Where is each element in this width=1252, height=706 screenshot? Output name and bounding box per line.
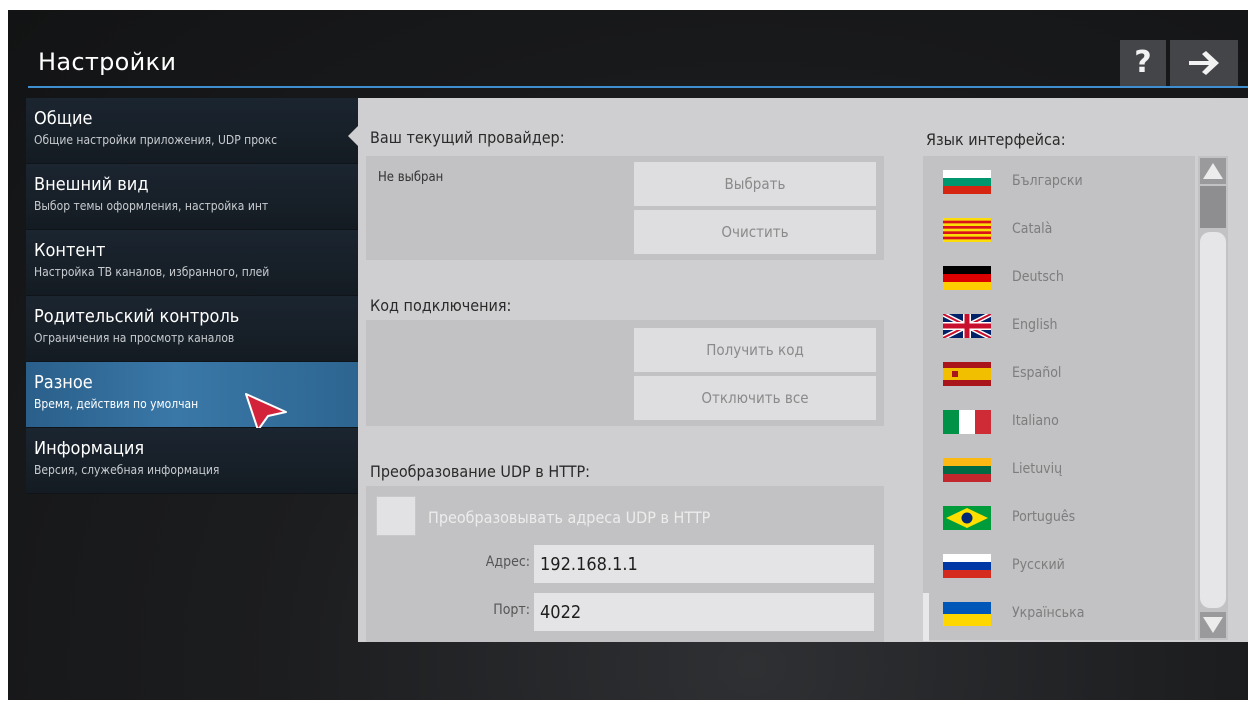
- sidebar-item-title: Внешний вид: [34, 174, 149, 195]
- italy-flag-icon: [943, 410, 991, 434]
- scroll-up-button[interactable]: [1200, 158, 1226, 184]
- sidebar-item-subtitle: Выбор темы оформления, настройка инт: [34, 199, 269, 213]
- connection-code-label: Код подключения:: [370, 296, 512, 315]
- forward-button[interactable]: [1170, 40, 1238, 86]
- language-name: Български: [1012, 173, 1083, 189]
- catalonia-flag-icon: [943, 218, 991, 242]
- sidebar-item-parental-control[interactable]: Родительский контроль Ограничения на про…: [26, 296, 359, 362]
- scroll-thumb[interactable]: [1200, 186, 1226, 228]
- scroll-rail[interactable]: [1200, 232, 1226, 608]
- language-item-spanish[interactable]: Español: [923, 350, 1195, 398]
- bulgaria-flag-icon: [943, 170, 991, 194]
- language-name: Português: [1012, 509, 1076, 525]
- ukraine-flag-icon: [943, 602, 991, 626]
- language-name: Українська: [1012, 605, 1085, 621]
- language-name: Lietuvių: [1012, 461, 1063, 477]
- sidebar-item-title: Информация: [34, 438, 145, 459]
- sidebar-item-appearance[interactable]: Внешний вид Выбор темы оформления, настр…: [26, 164, 359, 230]
- sidebar: Общие Общие настройки приложения, UDP пр…: [26, 98, 359, 494]
- address-label: Адрес:: [485, 554, 530, 570]
- sidebar-item-subtitle: Время, действия по умолчан: [34, 397, 199, 411]
- sidebar-item-general[interactable]: Общие Общие настройки приложения, UDP пр…: [26, 98, 359, 164]
- germany-flag-icon: [943, 266, 991, 290]
- language-item-russian[interactable]: Русский: [923, 542, 1195, 590]
- sidebar-item-misc[interactable]: Разное Время, действия по умолчан: [26, 362, 359, 431]
- sidebar-item-subtitle: Настройка ТВ каналов, избранного, плей: [34, 265, 270, 279]
- language-item-bulgarian[interactable]: Български: [923, 158, 1195, 206]
- screen: Настройки ? Общие Общие настройки прилож…: [8, 10, 1248, 700]
- port-input[interactable]: [534, 593, 874, 631]
- udp-http-box: Преобразовывать адреса UDP в HTTP Адрес:…: [366, 486, 884, 642]
- panel-pointer: [348, 126, 358, 146]
- language-item-english[interactable]: English: [923, 302, 1195, 350]
- udp-convert-checkbox[interactable]: [376, 496, 416, 536]
- help-icon: ?: [1134, 45, 1152, 80]
- language-item-catalan[interactable]: Català: [923, 206, 1195, 254]
- select-provider-button[interactable]: Выбрать: [634, 162, 876, 206]
- language-name: Deutsch: [1012, 269, 1064, 285]
- arrow-right-icon: [1189, 51, 1219, 75]
- language-name: Italiano: [1012, 413, 1059, 429]
- sidebar-item-title: Контент: [34, 240, 106, 261]
- language-name: English: [1012, 317, 1058, 333]
- language-item-lithuanian[interactable]: Lietuvių: [923, 446, 1195, 494]
- udp-http-label: Преобразование UDP в HTTP:: [370, 462, 591, 481]
- language-item-german[interactable]: Deutsch: [923, 254, 1195, 302]
- language-list[interactable]: Български Català Deutsch English Español…: [923, 156, 1195, 641]
- language-item-portuguese[interactable]: Português: [923, 494, 1195, 542]
- disable-all-button[interactable]: Отключить все: [634, 376, 876, 420]
- page-title: Настройки: [38, 48, 177, 76]
- language-item-italian[interactable]: Italiano: [923, 398, 1195, 446]
- language-name: Català: [1012, 221, 1053, 237]
- provider-label: Ваш текущий провайдер:: [370, 128, 565, 147]
- sidebar-item-content[interactable]: Контент Настройка ТВ каналов, избранного…: [26, 230, 359, 296]
- udp-convert-label: Преобразовывать адреса UDP в HTTP: [428, 508, 711, 527]
- language-name: Русский: [1012, 557, 1065, 573]
- lithuania-flag-icon: [943, 458, 991, 482]
- clear-provider-button[interactable]: Очистить: [634, 210, 876, 254]
- language-scrollbar[interactable]: [1198, 156, 1228, 640]
- language-name: Español: [1012, 365, 1062, 381]
- provider-value: Не выбран: [378, 170, 444, 185]
- sidebar-item-title: Разное: [34, 372, 93, 393]
- sidebar-item-title: Родительский контроль: [34, 306, 240, 327]
- sidebar-item-subtitle: Общие настройки приложения, UDP прокс: [34, 133, 278, 147]
- help-button[interactable]: ?: [1120, 40, 1166, 86]
- chevron-up-icon: [1203, 163, 1223, 179]
- provider-box: Не выбран Выбрать Очистить: [366, 156, 884, 260]
- united-kingdom-flag-icon: [943, 314, 991, 338]
- header: Настройки ?: [8, 10, 1248, 88]
- sidebar-item-subtitle: Версия, служебная информация: [34, 463, 220, 477]
- connection-code-box: Получить код Отключить все: [366, 320, 884, 426]
- chevron-down-icon: [1203, 617, 1223, 633]
- spain-flag-icon: [943, 362, 991, 386]
- address-input[interactable]: [534, 545, 874, 583]
- sidebar-item-title: Общие: [34, 108, 93, 129]
- get-code-button[interactable]: Получить код: [634, 328, 876, 372]
- language-label: Язык интерфейса:: [926, 130, 1066, 149]
- scroll-down-button[interactable]: [1200, 612, 1226, 638]
- sidebar-item-information[interactable]: Информация Версия, служебная информация: [26, 428, 359, 494]
- sidebar-item-subtitle: Ограничения на просмотр каналов: [34, 331, 235, 345]
- settings-panel: Ваш текущий провайдер: Не выбран Выбрать…: [358, 98, 1248, 642]
- header-divider: [28, 86, 1248, 88]
- russia-flag-icon: [943, 554, 991, 578]
- language-item-ukrainian[interactable]: Українська: [923, 590, 1195, 638]
- pointer-cursor-icon: [245, 393, 287, 431]
- port-label: Порт:: [493, 602, 530, 618]
- brazil-flag-icon: [943, 506, 991, 530]
